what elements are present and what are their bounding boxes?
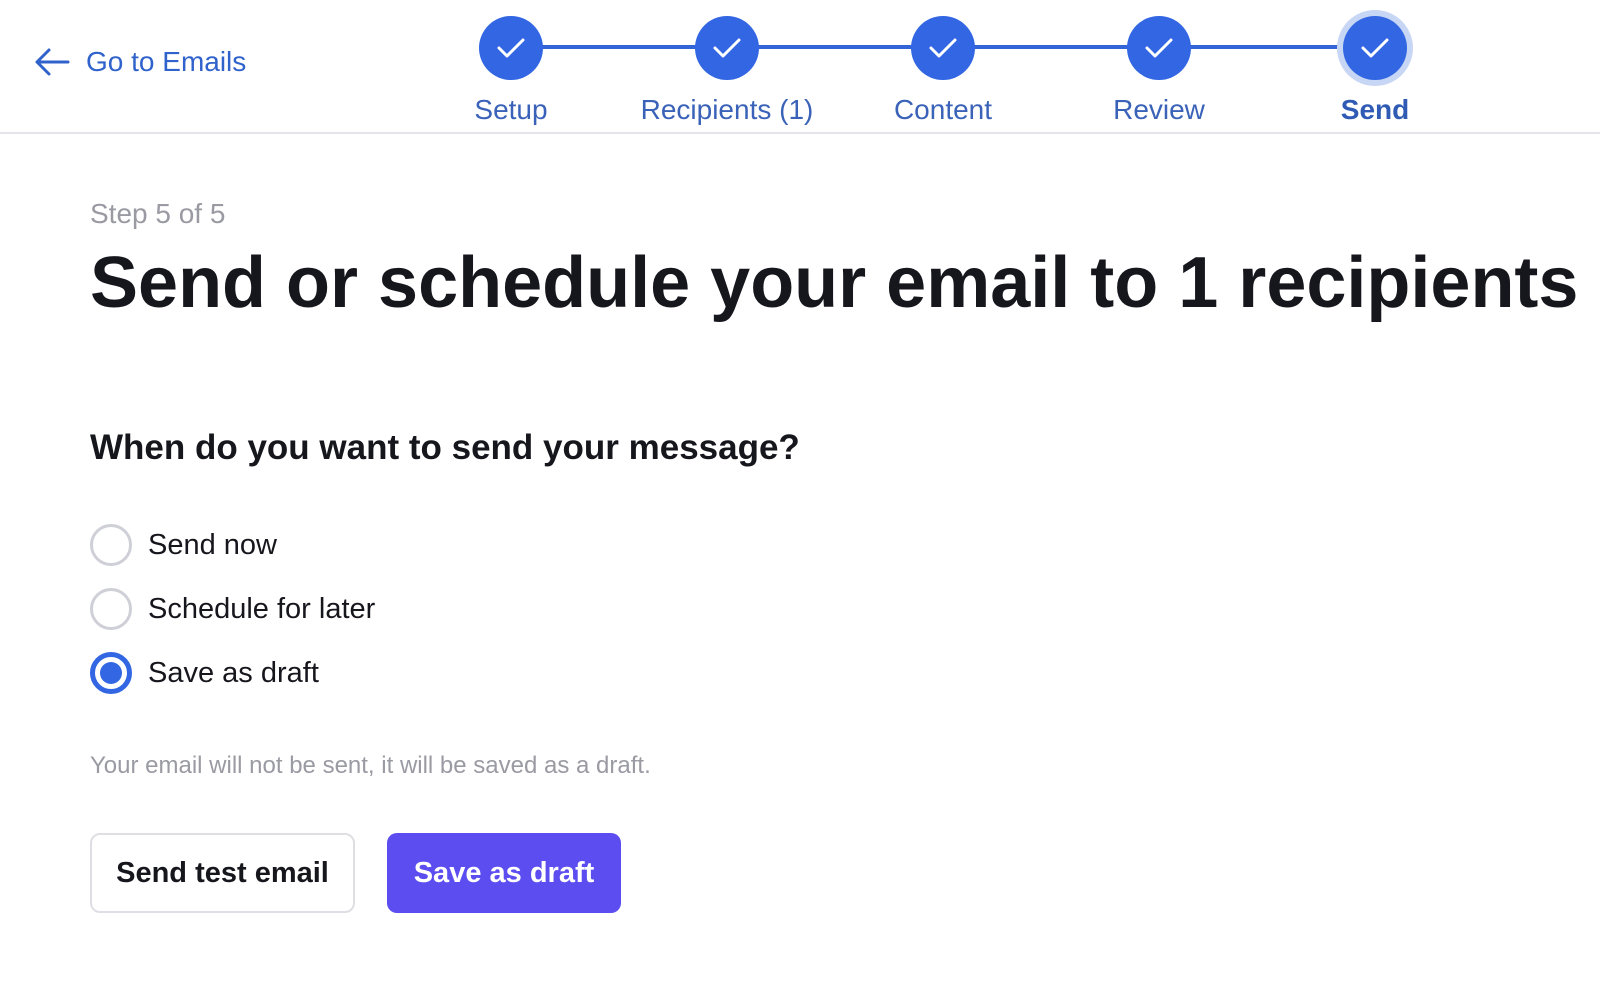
step-label: Review	[1113, 94, 1205, 125]
radio-selected-dot	[100, 662, 122, 684]
step-label: Send	[1340, 94, 1410, 125]
radio-label: Send now	[148, 528, 277, 561]
send-option-radio-group: Send now Schedule for later Save as draf…	[90, 524, 375, 716]
radio-option-schedule-later[interactable]: Schedule for later	[90, 588, 375, 630]
step-content[interactable]: Content	[823, 16, 1063, 126]
step-complete-indicator	[479, 16, 543, 80]
draft-helper-text: Your email will not be sent, it will be …	[90, 752, 651, 779]
step-complete-indicator	[695, 16, 759, 80]
checkmark-icon	[497, 38, 525, 58]
send-timing-question: When do you want to send your message?	[90, 428, 800, 467]
radio-label: Save as draft	[148, 656, 319, 689]
step-label: Setup	[474, 94, 548, 125]
step-counter: Step 5 of 5	[90, 198, 226, 229]
save-as-draft-button[interactable]: Save as draft	[387, 833, 621, 913]
step-setup[interactable]: Setup	[391, 16, 631, 126]
page-header: Step 5 of 5 Send or schedule your email …	[90, 198, 1590, 324]
step-complete-indicator	[1127, 16, 1191, 80]
radio-button-selected[interactable]	[90, 652, 132, 694]
radio-option-save-draft[interactable]: Save as draft	[90, 652, 375, 694]
radio-button[interactable]	[90, 588, 132, 630]
checkmark-icon	[713, 38, 741, 58]
checkmark-icon	[929, 38, 957, 58]
page-title: Send or schedule your email to 1 recipie…	[90, 243, 1579, 323]
step-label: Recipients (1)	[640, 94, 814, 125]
radio-label: Schedule for later	[148, 592, 376, 625]
step-send[interactable]: Send	[1255, 16, 1495, 126]
step-label: Content	[893, 94, 993, 125]
top-navigation-bar: Go to Emails Setup Recipients (1) Conten…	[0, 0, 1600, 134]
checkmark-icon	[1361, 38, 1389, 58]
radio-button[interactable]	[90, 524, 132, 566]
progress-stepper: Setup Recipients (1) Content Review Send	[0, 0, 1600, 134]
checkmark-icon	[1145, 38, 1173, 58]
step-active-indicator	[1343, 16, 1407, 80]
step-review[interactable]: Review	[1039, 16, 1279, 126]
send-test-email-button[interactable]: Send test email	[90, 833, 355, 913]
radio-option-send-now[interactable]: Send now	[90, 524, 375, 566]
step-complete-indicator	[911, 16, 975, 80]
step-recipients[interactable]: Recipients (1)	[607, 16, 847, 126]
